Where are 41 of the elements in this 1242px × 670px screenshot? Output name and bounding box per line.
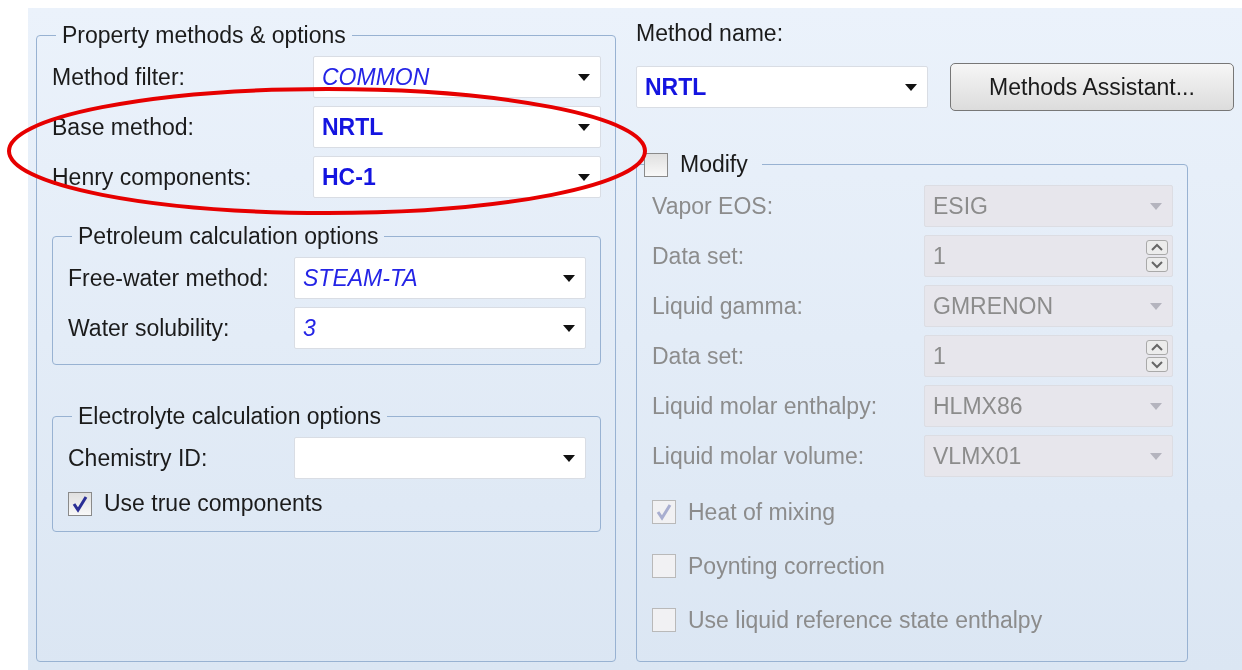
caret-icon xyxy=(563,324,575,332)
field-label: Data set: xyxy=(652,342,746,370)
group-title: Petroleum calculation options xyxy=(78,223,379,249)
checkbox-label: Heat of mixing xyxy=(688,498,835,526)
caret-icon xyxy=(563,274,575,282)
dropdown[interactable]: COMMON xyxy=(313,56,601,98)
group-title: Property methods & options xyxy=(62,22,346,48)
group-title: Electrolyte calculation options xyxy=(78,403,381,429)
field-label: Free-water method: xyxy=(68,264,270,292)
checkbox-label: Modify xyxy=(680,151,748,178)
dropdown[interactable]: STEAM-TA xyxy=(294,257,586,299)
dropdown[interactable]: 3 xyxy=(294,307,586,349)
caret-icon xyxy=(1150,202,1162,210)
field-label: Data set: xyxy=(652,242,746,270)
field-label: Liquid gamma: xyxy=(652,292,804,320)
field-label: Liquid molar enthalpy: xyxy=(652,392,879,420)
caret-icon xyxy=(1150,402,1162,410)
field-label: Method filter: xyxy=(52,63,186,91)
checkbox[interactable] xyxy=(644,152,668,177)
checkbox-label: Poynting correction xyxy=(688,552,885,580)
caret-icon xyxy=(578,123,590,131)
field-label: Water solubility: xyxy=(68,314,231,342)
field-label: Henry components: xyxy=(52,163,253,191)
checkbox-label: Use liquid reference state enthalpy xyxy=(688,606,1043,634)
caret-icon xyxy=(578,73,590,81)
caret-icon xyxy=(563,454,575,462)
caret-icon xyxy=(1150,302,1162,310)
caret-icon xyxy=(578,173,590,181)
dropdown[interactable]: NRTL xyxy=(636,66,928,108)
field-label: Base method: xyxy=(52,113,195,141)
methods-assistant-button[interactable]: Methods Assistant... xyxy=(950,63,1234,111)
field-label: Liquid molar volume: xyxy=(652,442,866,470)
field-label: Chemistry ID: xyxy=(68,444,209,472)
checkbox-label: Use true components xyxy=(104,490,323,517)
dropdown[interactable]: HC-1 xyxy=(313,156,601,198)
caret-icon xyxy=(905,83,917,91)
field-label: Method name: xyxy=(636,20,785,47)
dropdown[interactable]: NRTL xyxy=(313,106,601,148)
caret-icon xyxy=(1150,452,1162,460)
checkbox[interactable] xyxy=(68,491,92,516)
field-label: Vapor EOS: xyxy=(652,192,775,220)
